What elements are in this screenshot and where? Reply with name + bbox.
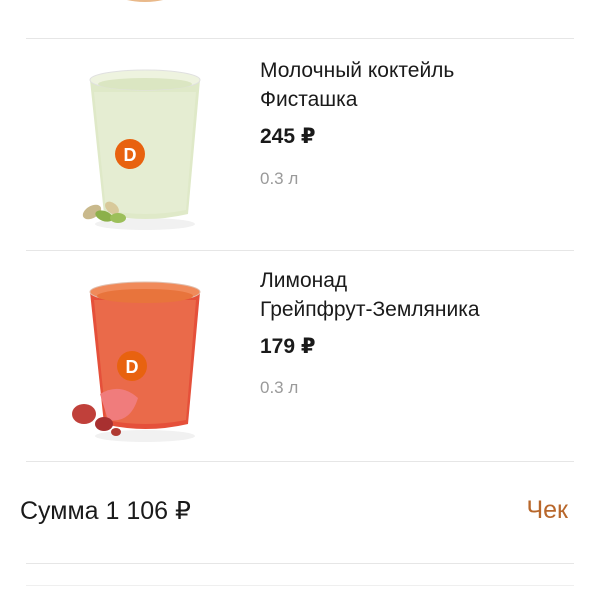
svg-text:D: D xyxy=(126,357,139,377)
svg-text:D: D xyxy=(124,145,137,165)
item-volume: 0.3 л xyxy=(260,378,299,397)
item-title-line: Фисташка xyxy=(260,88,358,111)
item-volume: 0.3 л xyxy=(260,169,299,188)
item-price: 179 ₽ xyxy=(260,335,316,358)
divider xyxy=(26,461,574,462)
divider xyxy=(26,585,574,586)
item-title-line: Лимонад xyxy=(260,269,348,292)
check-button[interactable]: Чек xyxy=(526,496,568,525)
pistachio-milkshake-image: D xyxy=(60,62,210,242)
grapefruit-strawberry-lemonade-image: D xyxy=(60,274,210,454)
order-sum: Сумма 1 106 ₽ xyxy=(20,497,191,525)
previous-item-image xyxy=(90,0,200,12)
divider xyxy=(26,563,574,564)
order-item-grapefruit-strawberry-lemonade[interactable]: D Лимонад Грейпфрут-Земляника 179 ₽ 0.3 … xyxy=(0,250,600,462)
item-title: Молочный коктейль Фисташка xyxy=(260,56,454,114)
item-title-line: Молочный коктейль xyxy=(260,59,455,82)
order-item-pistachio-milkshake[interactable]: D Молочный коктейль Фисташка 245 ₽ 0.3 л xyxy=(0,38,600,250)
item-title-line: Грейпфрут-Земляника xyxy=(260,298,480,321)
item-title: Лимонад Грейпфрут-Земляника xyxy=(260,266,480,324)
item-price: 245 ₽ xyxy=(260,125,316,148)
